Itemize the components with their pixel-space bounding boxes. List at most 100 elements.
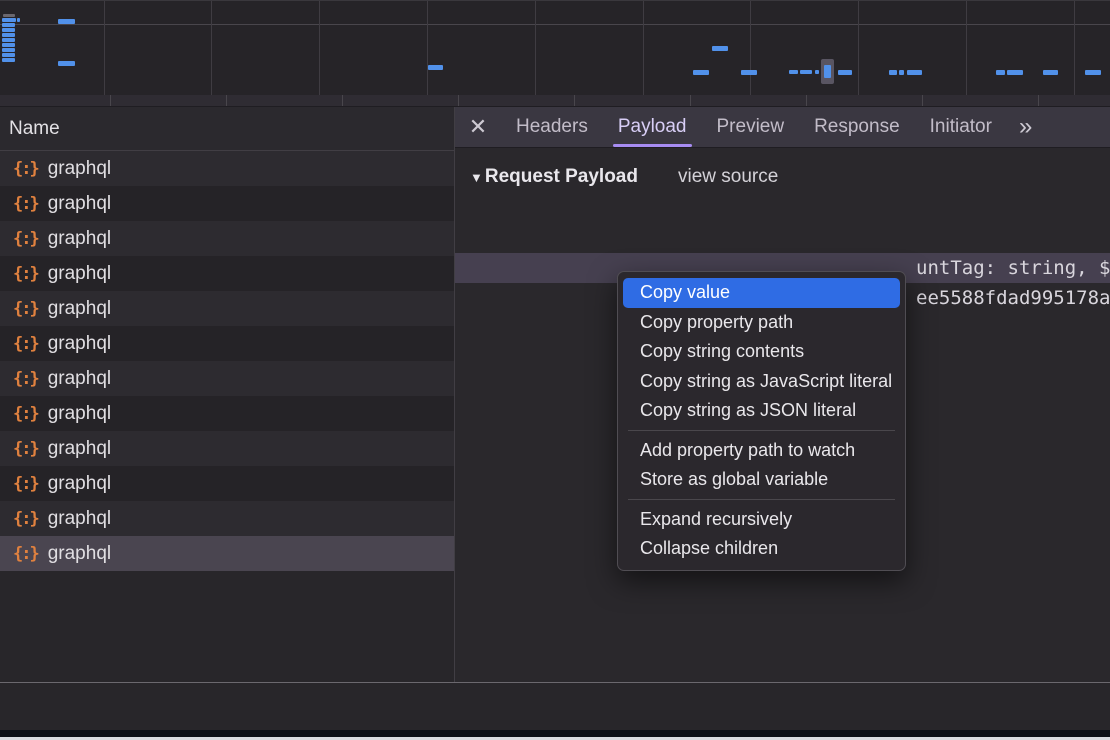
tabs-holder: HeadersPayloadPreviewResponseInitiator [501, 107, 1007, 147]
request-row[interactable]: {:}graphql [0, 186, 454, 221]
request-row[interactable]: {:} graphql [0, 396, 454, 431]
overview-request-bar [2, 28, 15, 32]
json-braces-icon: {:} [13, 474, 38, 494]
json-braces-icon: {:} [13, 299, 38, 319]
overview-request-bar [907, 70, 922, 75]
request-row[interactable]: {:} graphql [0, 291, 454, 326]
json-braces-icon: {:} [13, 264, 38, 284]
overview-gridline [535, 1, 536, 96]
menu-item-add-property-path-to-watch[interactable]: Add property path to watch [623, 436, 900, 466]
column-tick [226, 95, 227, 106]
overview-gridline [643, 1, 644, 96]
overview-gridline [427, 1, 428, 96]
request-row[interactable]: {:} graphql [0, 466, 454, 501]
menu-item-copy-string-as-javascript-literal[interactable]: Copy string as JavaScript literal [623, 367, 900, 397]
overview-gridline [1074, 1, 1075, 96]
request-name-label: graphql [48, 508, 111, 530]
request-name-label: graphql [48, 473, 111, 495]
details-tab-bar: ✕ HeadersPayloadPreviewResponseInitiator… [455, 107, 1110, 148]
request-row[interactable]: {:}graphql [0, 221, 454, 256]
overview-request-bar [899, 70, 904, 75]
requests-list: {:} graphql {:} graphql {:} graphql {:} graphql… [0, 151, 454, 571]
request-name-label: graphql [48, 228, 111, 250]
json-braces-icon: {:} [13, 439, 38, 459]
tab-initiator[interactable]: Initiator [915, 107, 1007, 147]
menu-item-expand-recursively[interactable]: Expand recursively [623, 505, 900, 535]
column-header-name[interactable]: Name [0, 107, 454, 151]
close-icon[interactable]: ✕ [455, 107, 501, 147]
overview-request-bar [2, 58, 15, 62]
overview-request-bar [2, 38, 15, 42]
overview-request-bar [838, 70, 852, 75]
menu-item-copy-string-as-json-literal[interactable]: Copy string as JSON literal [623, 396, 900, 426]
section-title: Request Payload [485, 166, 638, 187]
overview-request-bar [789, 70, 798, 74]
overview-gridline [858, 1, 859, 96]
json-braces-icon: {:} [13, 334, 38, 354]
property-value-continued: untTag: string, $f [916, 253, 1110, 283]
request-name-label: graphql [48, 158, 111, 180]
column-tick [458, 95, 459, 106]
overview-request-bar [712, 46, 728, 51]
more-tabs-icon[interactable]: » [1007, 107, 1041, 147]
overview-request-bar [3, 14, 15, 17]
column-tick [574, 95, 575, 106]
menu-item-store-as-global-variable[interactable]: Store as global variable [623, 465, 900, 495]
column-tick [922, 95, 923, 106]
tab-response[interactable]: Response [799, 107, 915, 147]
request-row[interactable]: {:} graphql [0, 256, 454, 291]
request-name-label: graphql [48, 333, 111, 355]
overview-request-bar [2, 48, 15, 52]
menu-item-collapse-children[interactable]: Collapse children [623, 534, 900, 564]
menu-item-copy-string-contents[interactable]: Copy string contents [623, 337, 900, 367]
view-source-link[interactable]: view source [678, 166, 778, 187]
json-braces-icon: {:} [13, 404, 38, 424]
request-row[interactable]: {:} graphql [0, 431, 454, 466]
request-name-label: graphql [48, 368, 111, 390]
overview-request-bar [1043, 70, 1058, 75]
window-bottom-bar [0, 730, 1110, 737]
overview-request-bar [889, 70, 897, 75]
overview-request-bar [17, 18, 20, 22]
overview-gridline [966, 1, 967, 96]
json-braces-icon: {:} [13, 369, 38, 389]
request-row[interactable]: {:} graphql [0, 361, 454, 396]
network-overview-strip[interactable] [0, 0, 1110, 96]
context-menu: Copy valueCopy property pathCopy string … [617, 271, 906, 571]
overview-request-bar [741, 70, 757, 75]
request-row[interactable]: {:} graphql [0, 326, 454, 361]
request-name-label: graphql [48, 298, 111, 320]
column-tick [806, 95, 807, 106]
variables-preview-fragment: ee5588fdad995178a0 [916, 283, 1110, 313]
overview-request-bar [800, 70, 812, 74]
tab-preview[interactable]: Preview [702, 107, 800, 147]
tab-payload[interactable]: Payload [603, 107, 702, 147]
request-row[interactable]: {:}graphql [0, 501, 454, 536]
menu-separator [628, 499, 895, 500]
overview-selected-request-bar [824, 65, 831, 78]
request-row[interactable]: {:}graphql [0, 536, 454, 571]
request-name-label: graphql [48, 438, 111, 460]
menu-item-copy-property-path[interactable]: Copy property path [623, 308, 900, 338]
request-name-label: graphql [48, 543, 111, 565]
tab-headers[interactable]: Headers [501, 107, 603, 147]
section-collapse-icon[interactable]: ▼ [470, 170, 483, 185]
menu-item-copy-value[interactable]: Copy value [623, 278, 900, 308]
overview-request-bar [693, 70, 709, 75]
column-tick [690, 95, 691, 106]
json-braces-icon: {:} [13, 194, 38, 214]
overview-gridline [104, 1, 105, 96]
request-name-label: graphql [48, 263, 111, 285]
overview-request-bar [58, 19, 75, 24]
overview-request-bar [1085, 70, 1101, 75]
request-row[interactable]: {:}graphql [0, 151, 454, 186]
overview-request-bar [2, 43, 15, 47]
tree-row-operation-name[interactable]: operationName: "ipFlowTimeseries" [455, 223, 1110, 253]
column-tick [342, 95, 343, 106]
tree-row-root[interactable]: ▼{operationName: "ipFlowTimeseries", var… [455, 193, 1110, 223]
overview-request-bar [1007, 70, 1023, 75]
overview-request-bar [2, 33, 15, 37]
menu-separator [628, 430, 895, 431]
overview-request-bar [2, 53, 15, 57]
request-name-label: graphql [48, 403, 111, 425]
